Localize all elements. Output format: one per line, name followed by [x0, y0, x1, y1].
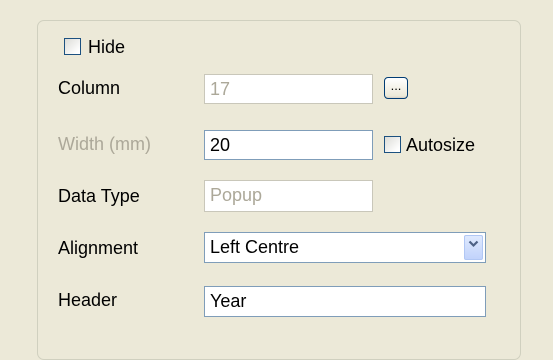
alignment-value: Left Centre	[210, 237, 300, 257]
hide-checkbox[interactable]	[64, 38, 81, 55]
column-field[interactable]: 17	[204, 74, 373, 104]
alignment-dropdown[interactable]: Left Centre	[204, 232, 486, 263]
hide-label[interactable]: Hide	[88, 37, 125, 57]
chevron-down-icon	[468, 240, 479, 248]
column-label: Column	[58, 78, 121, 98]
header-field[interactable]: Year	[204, 286, 486, 317]
data-type-field[interactable]: Popup	[204, 180, 373, 212]
autosize-checkbox[interactable]	[384, 136, 401, 153]
header-label: Header	[58, 290, 118, 310]
column-browse-button[interactable]: ...	[384, 77, 408, 99]
width-label: Width (mm)	[58, 134, 151, 154]
width-field[interactable]: 20	[204, 130, 373, 160]
alignment-label: Alignment	[58, 238, 139, 258]
alignment-dropdown-button[interactable]	[464, 235, 483, 260]
autosize-label[interactable]: Autosize	[406, 135, 475, 155]
data-type-label: Data Type	[58, 186, 140, 206]
